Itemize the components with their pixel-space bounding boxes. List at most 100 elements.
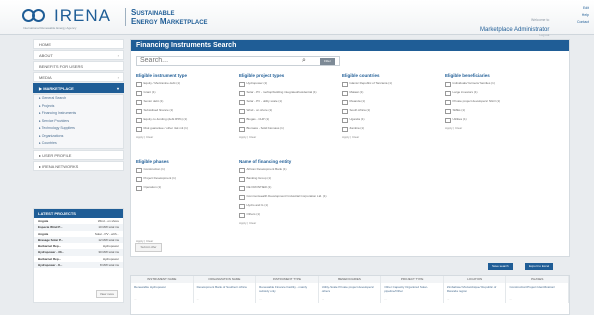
header-link-help[interactable]: Help	[563, 12, 589, 19]
checkbox[interactable]	[239, 81, 245, 87]
header-link-contact[interactable]: Contact	[563, 19, 589, 26]
filter-option[interactable]: Construction (1)	[136, 167, 236, 173]
column-header[interactable]: INSTRUMENT TYPE	[256, 276, 319, 283]
search-input[interactable]	[136, 56, 340, 66]
filter-option[interactable]: Hydro and G (1)	[239, 203, 339, 209]
filter-option[interactable]: Equity / Mezzanine debt (1)	[136, 81, 236, 87]
filter-option[interactable]: Hydropower (1)	[239, 81, 339, 87]
column-header[interactable]: PHASES	[506, 276, 569, 283]
filter-option[interactable]: Wind - on shore (1)	[239, 108, 339, 114]
filter-option[interactable]: Biomass - Solid biomass (1)	[239, 126, 339, 132]
filter-option[interactable]: Zambia (1)	[342, 126, 442, 132]
checkbox[interactable]	[136, 99, 142, 105]
sidebar-item-home[interactable]: HOME	[33, 39, 124, 49]
table-cell[interactable]: ...	[131, 295, 194, 303]
subnav-countries[interactable]: ▸ Countries	[34, 140, 123, 148]
subnav-technology-suppliers[interactable]: ▸ Technology Suppliers	[34, 125, 123, 133]
checkbox[interactable]	[136, 90, 142, 96]
checkbox[interactable]	[239, 108, 245, 114]
checkbox[interactable]	[445, 108, 451, 114]
checkbox[interactable]	[342, 117, 348, 123]
checkbox[interactable]	[136, 126, 142, 132]
checkbox[interactable]	[342, 108, 348, 114]
sidebar-item-marketplace[interactable]: ▶ MARKETPLACE ▾	[33, 83, 124, 93]
checkbox[interactable]	[136, 117, 142, 123]
filter-option[interactable]: Equity co-funding (debt R5%) (1)	[136, 117, 236, 123]
view-more-button[interactable]: View more	[95, 290, 118, 298]
filter-option[interactable]: Senior debt (1)	[136, 99, 236, 105]
subnav-organizations[interactable]: ▸ Organizations	[34, 133, 123, 141]
checkbox[interactable]	[239, 212, 245, 218]
apply-clear-link[interactable]: Apply | Clear	[445, 126, 545, 130]
export-excel-button[interactable]: Export to Excel	[525, 263, 554, 270]
filter-option[interactable]: Uganda (1)	[342, 117, 442, 123]
search-icon[interactable]: ⌕	[302, 57, 306, 65]
checkbox[interactable]	[342, 90, 348, 96]
filter-option[interactable]: DE FRONTIER (1)	[239, 185, 339, 191]
filter-option[interactable]: Grant (1)	[136, 90, 236, 96]
sidebar-item-irena-networks[interactable]: ▸ IRENA NETWORKS	[33, 160, 124, 171]
apply-clear-link[interactable]: Apply | Clear	[342, 135, 442, 139]
column-header[interactable]: BENEFICIARIES	[318, 276, 382, 283]
apply-clear-link[interactable]: Apply | Clear	[239, 221, 339, 225]
checkbox[interactable]	[136, 81, 142, 87]
checkbox[interactable]	[239, 203, 245, 209]
filter-option[interactable]: Project Development (1)	[136, 176, 236, 182]
filter-option[interactable]: Risk guarantee / other risk mit (1)	[136, 126, 236, 132]
checkbox[interactable]	[136, 108, 142, 114]
subnav-service-providers[interactable]: ▸ Service Providers	[34, 118, 123, 126]
list-item[interactable]: Hydropower - 8... 8 MW total ins	[34, 262, 123, 269]
column-header[interactable]: PROJECT TYPE	[381, 276, 444, 283]
checkbox[interactable]	[445, 99, 451, 105]
sidebar-item-benefits[interactable]: BENEFITS FOR USERS	[33, 61, 124, 71]
table-row[interactable]: Renewable Hydropower Development Bank of…	[131, 283, 569, 295]
filter-option[interactable]: Subsidised finance (1)	[136, 108, 236, 114]
subnav-general-search[interactable]: ▸ General Search	[34, 95, 123, 103]
filter-option[interactable]: Private project developers/ NGO (1)	[445, 99, 545, 105]
checkbox[interactable]	[239, 126, 245, 132]
filter-option[interactable]: Solar - PV - utility scale (1)	[239, 99, 339, 105]
sidebar-item-user-profile[interactable]: ▸ USER PROFILE	[33, 149, 124, 160]
filter-option[interactable]: Biogas - CHP (1)	[239, 117, 339, 123]
checkbox[interactable]	[239, 90, 245, 96]
logout-link[interactable]: Log out	[480, 33, 549, 37]
checkbox[interactable]	[239, 176, 245, 182]
apply-clear-link[interactable]: Apply | Clear	[239, 135, 339, 139]
checkbox[interactable]	[239, 117, 245, 123]
column-header[interactable]: ORGANIZATION NAME	[193, 276, 257, 283]
filter-option[interactable]: Solar - PV - rooftop/building integrated…	[239, 90, 339, 96]
filter-option[interactable]: Individuals/ farmers/ families (1)	[445, 81, 545, 87]
irena-logo[interactable]: IRENA	[22, 6, 111, 26]
filter-option[interactable]: South Africa (1)	[342, 108, 442, 114]
checkbox[interactable]	[239, 194, 245, 200]
filter-option[interactable]: Rwanda (1)	[342, 99, 442, 105]
filter-option[interactable]: Banking Group (1)	[239, 176, 339, 182]
checkbox[interactable]	[239, 185, 245, 191]
filter-option[interactable]: Others (1)	[239, 212, 339, 218]
filter-option[interactable]: African Development Bank (1)	[239, 167, 339, 173]
filter-button[interactable]: Filter	[320, 58, 335, 65]
checkbox[interactable]	[342, 81, 348, 87]
checkbox[interactable]	[136, 167, 142, 173]
submit-offer-button[interactable]: Submit offer	[135, 243, 162, 252]
checkbox[interactable]	[342, 99, 348, 105]
checkbox[interactable]	[445, 90, 451, 96]
table-cell[interactable]: Renewable Hydropower	[131, 283, 194, 295]
checkbox[interactable]	[239, 167, 245, 173]
checkbox[interactable]	[342, 126, 348, 132]
checkbox[interactable]	[445, 117, 451, 123]
table-row[interactable]: ... ... ... ... ... ... ...	[131, 295, 569, 303]
checkbox[interactable]	[136, 185, 142, 191]
filter-option[interactable]: Operation (1)	[136, 185, 236, 191]
sidebar-item-media[interactable]: MEDIA ›	[33, 72, 124, 82]
column-header[interactable]: INSTRUMENT NAME	[131, 276, 194, 283]
filter-option[interactable]: Utilities (1)	[445, 117, 545, 123]
subnav-financing-instruments[interactable]: ▸ Financing Instruments	[34, 110, 123, 118]
filter-option[interactable]: Malawi (1)	[342, 90, 442, 96]
filter-option[interactable]: Islamic Republic of Tanzania (1)	[342, 81, 442, 87]
checkbox[interactable]	[136, 176, 142, 182]
filter-option[interactable]: Commonwealth Development/ Industrial Cor…	[239, 194, 339, 200]
filter-option[interactable]: Large investors (1)	[445, 90, 545, 96]
checkbox[interactable]	[239, 99, 245, 105]
column-header[interactable]: LOCATION	[443, 276, 507, 283]
